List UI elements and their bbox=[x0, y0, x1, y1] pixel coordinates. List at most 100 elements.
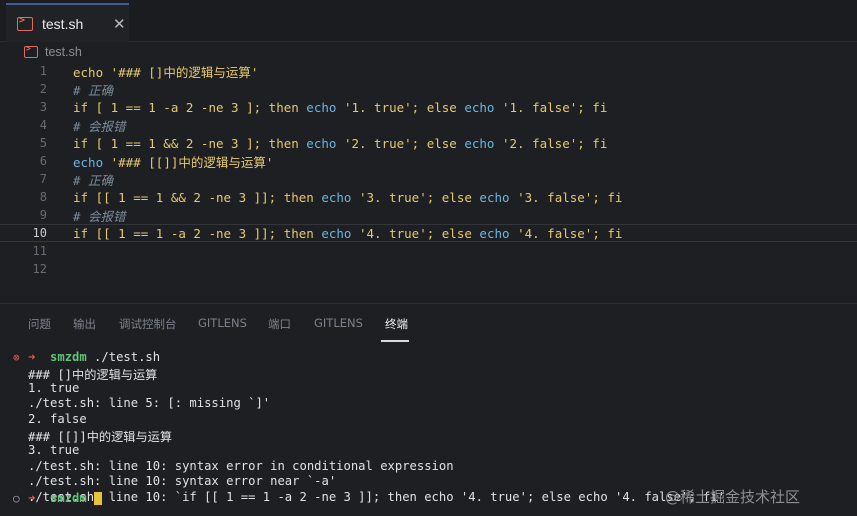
code-token: '4. false'; fi bbox=[517, 225, 623, 241]
terminal-output-line: ### [[]]中的逻辑与运算 bbox=[28, 430, 173, 445]
code-token: echo bbox=[73, 64, 111, 80]
terminal-output-line: 2. false bbox=[28, 411, 87, 426]
terminal-prompt-line: ➜ smzdm ./test.sh bbox=[28, 350, 160, 365]
line-number: 7 bbox=[39, 172, 47, 186]
code-command-token: echo bbox=[464, 99, 502, 115]
breadcrumb: test.sh bbox=[0, 42, 857, 62]
line-number: 10 bbox=[32, 226, 47, 240]
terminal-output-line: ./test.sh: line 10: `if [[ 1 == 1 -a 2 -… bbox=[28, 489, 726, 504]
code-comment: # 正确 bbox=[73, 80, 113, 99]
terminal-cursor bbox=[94, 492, 103, 505]
active-tab-indicator bbox=[381, 340, 409, 342]
terminal-file-icon bbox=[24, 44, 38, 58]
close-icon[interactable]: ✕ bbox=[113, 15, 126, 33]
code-line[interactable]: 9 # 会报错 bbox=[0, 206, 857, 224]
panel-tab[interactable]: 输出 bbox=[73, 316, 96, 332]
code-command-token: echo bbox=[479, 189, 518, 205]
code-text: if [[ 1 == 1 && 2 -ne 3 ]]; then echo '3… bbox=[73, 190, 622, 205]
tab-test-sh[interactable]: test.sh ✕ bbox=[6, 3, 129, 42]
code-line[interactable]: 6 echo '### [[]]中的逻辑与运算' bbox=[0, 152, 857, 170]
line-number: 4 bbox=[39, 118, 47, 132]
code-line[interactable]: 3 if [ 1 == 1 -a 2 -ne 3 ]; then echo '1.… bbox=[0, 98, 857, 116]
line-number: 9 bbox=[39, 208, 47, 222]
line-number: 2 bbox=[39, 82, 47, 96]
prompt-user: smzdm bbox=[50, 350, 87, 364]
code-token: # 会报错 bbox=[73, 118, 126, 134]
line-number: 8 bbox=[39, 190, 47, 204]
terminal-output-line: 1. true bbox=[28, 380, 80, 395]
breadcrumb-file[interactable]: test.sh bbox=[45, 45, 82, 59]
code-text: if [[ 1 == 1 -a 2 -ne 3 ]]; then echo '4… bbox=[73, 226, 622, 241]
code-line[interactable]: 1 echo '### []中的逻辑与运算' bbox=[0, 62, 857, 80]
code-token: '2. true'; else bbox=[343, 135, 465, 151]
panel-tab-bar: 问题 输出 调试控制台 GITLENS 端口 GITLENS 终端 bbox=[0, 304, 857, 342]
panel-tab[interactable]: GITLENS bbox=[198, 316, 247, 330]
terminal-output-line: ./test.sh: line 10: syntax error near `-… bbox=[28, 474, 337, 489]
panel-tab[interactable]: 终端 bbox=[385, 316, 408, 332]
code-command-token: echo bbox=[306, 135, 344, 151]
code-comment: # 正确 bbox=[73, 170, 113, 189]
code-token: # 会报错 bbox=[73, 208, 126, 224]
code-command-token: echo bbox=[306, 99, 344, 115]
terminal-output-line: ./test.sh: line 10: syntax error in cond… bbox=[28, 458, 454, 473]
code-text: if [ 1 == 1 && 2 -ne 3 ]; then echo '2. … bbox=[73, 136, 607, 151]
command-error-status-icon: ⊗ bbox=[13, 351, 20, 364]
code-token: if [[ 1 == 1 && 2 -ne 3 ]]; then bbox=[73, 189, 322, 205]
terminal-output-line: ### []中的逻辑与运算 bbox=[28, 368, 158, 382]
line-number: 11 bbox=[32, 244, 47, 258]
code-command-token: echo bbox=[464, 135, 502, 151]
terminal-command: ./test.sh bbox=[86, 350, 161, 364]
code-command-token: echo bbox=[321, 189, 359, 205]
code-command-token: echo bbox=[321, 225, 359, 241]
terminal-output-line: ./test.sh: line 5: [: missing `]' bbox=[28, 396, 271, 411]
line-number: 12 bbox=[32, 262, 47, 276]
terminal-current-prompt[interactable]: ➜ smzdm bbox=[28, 491, 103, 506]
code-token: '1. false'; fi bbox=[502, 99, 608, 115]
code-line[interactable]: 11 bbox=[0, 242, 857, 260]
editor-tab-bar: test.sh ✕ bbox=[0, 0, 857, 42]
code-line[interactable]: 5 if [ 1 == 1 && 2 -ne 3 ]; then echo '2.… bbox=[0, 134, 857, 152]
prompt-user: smzdm bbox=[50, 491, 87, 505]
panel-tab[interactable]: 调试控制台 bbox=[119, 316, 177, 332]
code-line[interactable]: 8 if [[ 1 == 1 && 2 -ne 3 ]]; then echo '… bbox=[0, 188, 857, 206]
code-line[interactable]: 10 if [[ 1 == 1 -a 2 -ne 3 ]]; then echo … bbox=[0, 224, 857, 242]
line-number: 6 bbox=[39, 154, 47, 168]
code-token: '4. true'; else bbox=[359, 225, 480, 241]
code-token: '3. true'; else bbox=[359, 189, 480, 205]
code-comment: # 会报错 bbox=[73, 116, 126, 135]
code-command-token: echo bbox=[479, 225, 518, 241]
code-token: if [ 1 == 1 && 2 -ne 3 ]; then bbox=[73, 135, 307, 151]
code-line[interactable]: 2 # 正确 bbox=[0, 80, 857, 98]
terminal-output-line: 3. true bbox=[28, 443, 80, 457]
command-idle-status-icon: ○ bbox=[13, 492, 20, 505]
line-number: 3 bbox=[39, 100, 47, 114]
code-token: '### []中的逻辑与运算' bbox=[110, 64, 259, 80]
panel-tab[interactable]: 端口 bbox=[268, 316, 291, 332]
terminal-file-icon bbox=[17, 15, 33, 31]
code-token: if [[ 1 == 1 -a 2 -ne 3 ]]; then bbox=[73, 225, 322, 241]
code-token: if [ 1 == 1 -a 2 -ne 3 ]; then bbox=[73, 99, 307, 115]
code-token: '### [[]]中的逻辑与运算' bbox=[110, 154, 274, 170]
prompt-arrow: ➜ bbox=[28, 350, 36, 364]
line-number: 1 bbox=[39, 64, 47, 78]
code-editor[interactable]: 1 echo '### []中的逻辑与运算' 2 # 正确 3 if [ 1 == 1 -… bbox=[0, 62, 857, 303]
code-token: # 正确 bbox=[73, 172, 114, 188]
code-text: if [ 1 == 1 -a 2 -ne 3 ]; then echo '1. … bbox=[73, 100, 607, 115]
code-text: echo '### [[]]中的逻辑与运算' bbox=[73, 152, 273, 171]
code-comment: # 会报错 bbox=[73, 206, 126, 225]
panel-tab[interactable]: 问题 bbox=[28, 316, 51, 332]
line-number: 5 bbox=[39, 136, 47, 150]
code-token: '1. true'; else bbox=[343, 99, 465, 115]
code-token: # 正确 bbox=[73, 82, 114, 98]
panel-tab[interactable]: GITLENS bbox=[314, 316, 363, 330]
code-token: '3. false'; fi bbox=[517, 189, 623, 205]
tab-title: test.sh bbox=[42, 15, 84, 32]
code-command-token: echo bbox=[73, 154, 111, 170]
prompt-arrow: ➜ bbox=[28, 491, 36, 505]
code-line[interactable]: 4 # 会报错 bbox=[0, 116, 857, 134]
code-token: '2. false'; fi bbox=[502, 135, 608, 151]
code-line[interactable]: 12 bbox=[0, 260, 857, 278]
code-text: echo '### []中的逻辑与运算' bbox=[73, 62, 258, 81]
code-line[interactable]: 7 # 正确 bbox=[0, 170, 857, 188]
watermark: @稀土掘金技术社区 bbox=[665, 488, 801, 506]
